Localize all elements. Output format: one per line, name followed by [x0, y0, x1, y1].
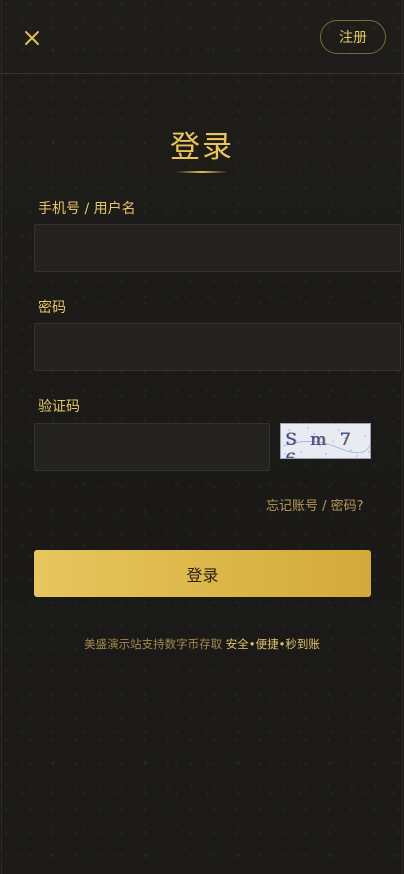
password-input[interactable]	[34, 323, 401, 371]
footer-highlight-instant: 秒到账	[285, 637, 320, 651]
captcha-input[interactable]	[34, 423, 270, 471]
page-title: 登录	[170, 130, 234, 165]
close-button[interactable]	[18, 24, 46, 52]
password-label: 密码	[38, 300, 66, 316]
login-button[interactable]: 登录	[34, 550, 371, 597]
title-underline	[176, 171, 228, 173]
footer-highlight-convenient: 便捷	[255, 637, 279, 651]
forgot-password-link[interactable]: 忘记账号 / 密码?	[266, 495, 364, 514]
captcha-label: 验证码	[38, 399, 80, 415]
footer-separator: •	[248, 637, 256, 651]
register-button[interactable]: 注册	[320, 20, 386, 54]
footer-text: 美盛演示站支持数字币存取	[84, 637, 226, 651]
top-bar: 注册	[0, 0, 404, 74]
close-icon	[25, 31, 39, 45]
footer-highlight-safe: 安全	[225, 637, 249, 651]
captcha-text: S m 7 6	[285, 430, 355, 458]
username-input[interactable]	[34, 224, 401, 272]
captcha-image[interactable]: S m 7 6	[280, 423, 371, 459]
username-label: 手机号 / 用户名	[38, 201, 136, 217]
footer-note: 美盛演示站支持数字币存取 安全•便捷•秒到账	[0, 636, 404, 652]
